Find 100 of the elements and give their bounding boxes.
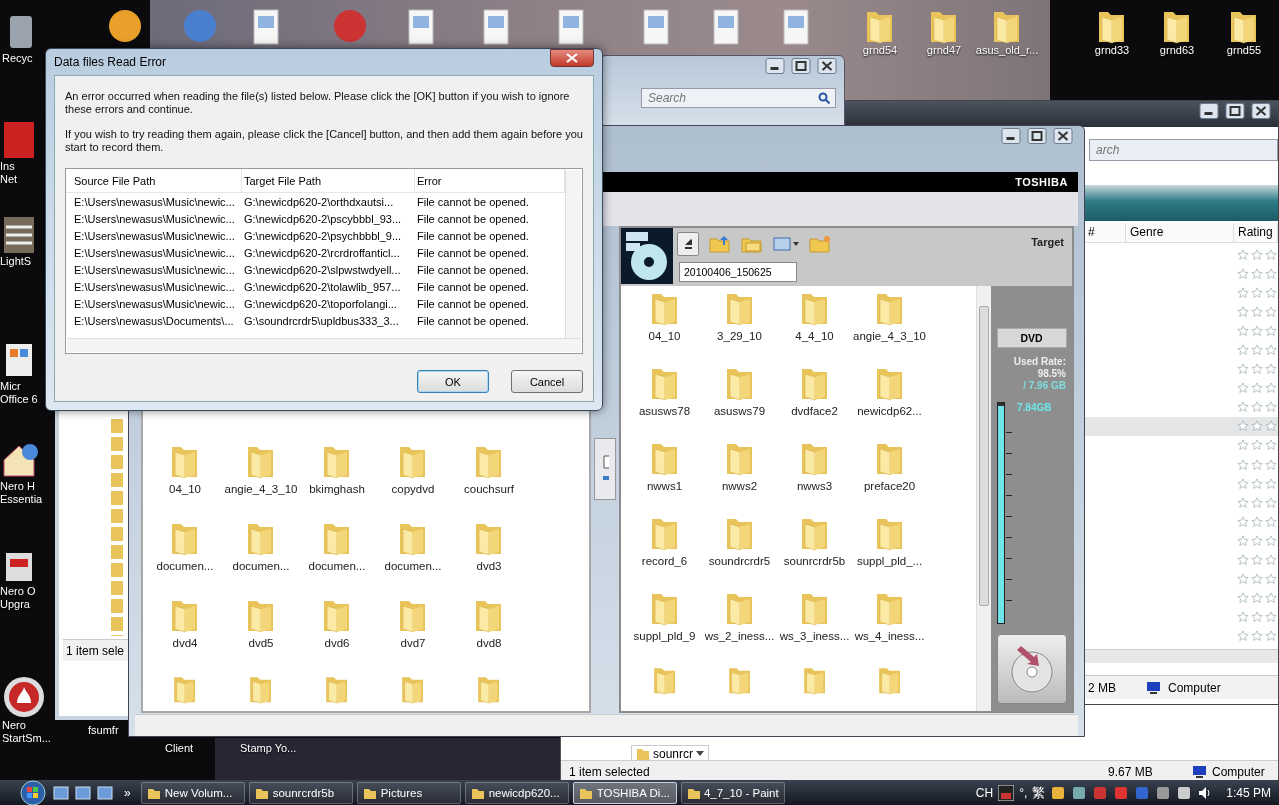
star-icon[interactable] — [1265, 382, 1277, 395]
star-icon[interactable] — [1237, 573, 1249, 586]
tray-icon[interactable] — [1176, 784, 1193, 801]
close-button[interactable] — [814, 58, 840, 74]
star-icon[interactable] — [1251, 267, 1263, 280]
tray-icon[interactable] — [1071, 784, 1088, 801]
start-button[interactable] — [18, 779, 48, 805]
star-icon[interactable] — [1265, 286, 1277, 299]
minimize-button[interactable] — [998, 128, 1024, 144]
burn-button[interactable] — [996, 634, 1067, 704]
star-icon[interactable] — [1237, 592, 1249, 605]
maximize-button[interactable] — [1024, 128, 1050, 144]
column-header[interactable]: Target File Path — [242, 169, 415, 192]
star-icon[interactable] — [1251, 496, 1263, 509]
copy-button[interactable] — [594, 438, 616, 500]
disc-name-field[interactable]: 20100406_150625 — [679, 262, 797, 282]
clock-text[interactable]: 1:45 PM — [1226, 785, 1271, 800]
star-icon[interactable] — [1265, 515, 1277, 528]
star-icon[interactable] — [1237, 344, 1249, 356]
window-icon[interactable] — [74, 784, 92, 801]
close-button[interactable] — [1248, 103, 1274, 119]
star-icon[interactable] — [1251, 382, 1263, 395]
folder-up-icon[interactable] — [709, 235, 731, 253]
star-icon[interactable] — [1237, 420, 1249, 433]
minimize-button[interactable] — [1196, 103, 1222, 119]
star-icon[interactable] — [1265, 420, 1277, 433]
star-icon[interactable] — [1237, 248, 1249, 261]
star-icon[interactable] — [1237, 630, 1249, 643]
star-icon[interactable] — [1251, 363, 1263, 376]
taskbar-button[interactable]: New Volum... — [140, 781, 245, 804]
network-icon[interactable] — [1155, 784, 1172, 801]
star-icon[interactable] — [1237, 439, 1249, 452]
star-icon[interactable] — [1237, 286, 1249, 299]
tray-icon[interactable] — [1050, 784, 1067, 801]
taskbar-button[interactable]: TOSHIBA Di... — [572, 781, 677, 804]
folders-icon[interactable] — [741, 235, 763, 253]
star-icon[interactable] — [1265, 458, 1277, 471]
star-icon[interactable] — [1237, 515, 1249, 528]
star-icon[interactable] — [1251, 401, 1263, 414]
star-icon[interactable] — [1237, 267, 1249, 280]
star-icon[interactable] — [1237, 534, 1249, 547]
star-icon[interactable] — [1237, 554, 1249, 567]
dialog-button[interactable]: OK — [417, 370, 489, 393]
star-icon[interactable] — [1265, 592, 1277, 605]
shield-icon[interactable] — [1113, 784, 1130, 801]
star-icon[interactable] — [1237, 477, 1249, 490]
star-icon[interactable] — [1265, 573, 1277, 586]
close-button[interactable] — [550, 49, 594, 67]
search-field[interactable]: arch — [1089, 139, 1278, 161]
star-icon[interactable] — [1251, 515, 1263, 528]
star-icon[interactable] — [1251, 439, 1263, 452]
browser-icon[interactable] — [96, 784, 114, 801]
taskbar-button[interactable]: 4_7_10 - Paint — [680, 781, 785, 804]
ime-indicator[interactable]: °, — [1019, 785, 1028, 800]
star-icon[interactable] — [1251, 534, 1263, 547]
star-icon[interactable] — [1265, 305, 1277, 318]
minimize-button[interactable] — [762, 58, 788, 74]
star-icon[interactable] — [1265, 534, 1277, 547]
language-indicator[interactable]: CH — [975, 785, 994, 800]
star-icon[interactable] — [1237, 458, 1249, 471]
star-icon[interactable] — [1251, 554, 1263, 567]
star-icon[interactable] — [1265, 439, 1277, 452]
view-menu-icon[interactable] — [773, 236, 799, 252]
star-icon[interactable] — [1251, 286, 1263, 299]
star-icon[interactable] — [1237, 496, 1249, 509]
maximize-button[interactable] — [1222, 103, 1248, 119]
star-icon[interactable] — [1265, 248, 1277, 261]
taskbar-button[interactable]: Pictures — [356, 781, 461, 804]
star-icon[interactable] — [1251, 420, 1263, 433]
star-icon[interactable] — [1265, 401, 1277, 414]
star-icon[interactable] — [1237, 324, 1249, 337]
column-header[interactable]: Genre — [1126, 223, 1234, 242]
star-icon[interactable] — [1251, 458, 1263, 471]
search-icon[interactable] — [818, 92, 830, 104]
eject-button[interactable] — [677, 232, 699, 256]
star-icon[interactable] — [1251, 611, 1263, 624]
input-method-icon[interactable] — [998, 784, 1015, 801]
star-icon[interactable] — [1265, 267, 1277, 280]
star-icon[interactable] — [1251, 344, 1263, 356]
star-icon[interactable] — [1265, 324, 1277, 337]
column-header[interactable]: Rating — [1234, 223, 1278, 242]
taskbar-button[interactable]: sounrcrdr5b — [248, 781, 353, 804]
star-icon[interactable] — [1265, 477, 1277, 490]
star-icon[interactable] — [1237, 401, 1249, 414]
star-icon[interactable] — [1251, 324, 1263, 337]
star-icon[interactable] — [1265, 611, 1277, 624]
star-icon[interactable] — [1237, 305, 1249, 318]
new-folder-icon[interactable] — [809, 235, 831, 253]
star-icon[interactable] — [1237, 611, 1249, 624]
table-row[interactable] — [1084, 416, 1278, 436]
star-icon[interactable] — [1251, 592, 1263, 605]
column-header[interactable]: Source File Path — [72, 169, 242, 192]
desktop-icon[interactable] — [52, 784, 70, 801]
star-icon[interactable] — [1237, 363, 1249, 376]
ime-indicator[interactable]: 繁 — [1032, 783, 1046, 802]
close-button[interactable] — [1050, 128, 1076, 144]
star-icon[interactable] — [1265, 496, 1277, 509]
star-icon[interactable] — [1237, 382, 1249, 395]
dialog-button[interactable]: Cancel — [511, 370, 583, 393]
star-icon[interactable] — [1265, 630, 1277, 643]
